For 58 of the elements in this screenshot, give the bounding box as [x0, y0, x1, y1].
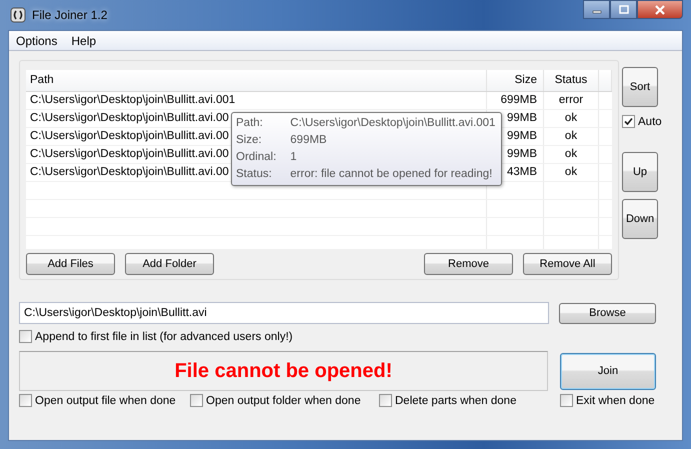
list-button[interactable]: Remove	[424, 253, 513, 275]
list-button[interactable]: Add Files	[26, 253, 115, 275]
minimize-button[interactable]	[583, 0, 610, 19]
column-header[interactable]: Path	[26, 70, 487, 91]
table-cell: C:\Users\igor\Desktop\join\Bullitt.avi.00	[30, 130, 229, 142]
app-icon	[10, 7, 26, 23]
tooltip-value: 699MB	[290, 133, 328, 148]
auto-checkbox[interactable]	[622, 115, 635, 128]
table-cell: ok	[544, 128, 599, 145]
checkbox-label: Open output folder when done	[206, 394, 361, 406]
maximize-button[interactable]	[610, 0, 637, 19]
tooltip-label: Ordinal:	[236, 150, 276, 165]
table-cell: 99MB	[506, 130, 537, 142]
tooltip-value: 1	[290, 150, 298, 165]
window-title: File Joiner 1.2	[32, 8, 108, 22]
table-cell: C:\Users\igor\Desktop\join\Bullitt.avi.00	[30, 148, 229, 160]
column-header[interactable]: Size	[487, 70, 544, 91]
checkbox-label: Open output file when done	[35, 394, 176, 406]
close-icon	[654, 4, 666, 14]
output-path-field[interactable]: C:\Users\igor\Desktop\join\Bullitt.avi	[19, 302, 549, 324]
tooltip-label: Size:	[236, 133, 263, 148]
checkbox-label: Delete parts when done	[395, 394, 516, 406]
list-button[interactable]: Remove All	[523, 253, 612, 275]
browse-button[interactable]: Browse	[559, 302, 656, 324]
tooltip-label: Status:	[236, 167, 273, 182]
table-cell: ok	[544, 110, 599, 127]
table-cell: 99MB	[506, 112, 537, 124]
column-header[interactable]: Status	[544, 70, 599, 91]
move-button[interactable]: Down	[622, 199, 658, 239]
tooltip-value: error: file cannot be opened for reading!	[290, 167, 494, 182]
table-cell: 99MB	[506, 148, 537, 160]
status-message: File cannot be opened!	[19, 351, 548, 391]
checkbox-label: Auto	[638, 116, 662, 128]
checkbox-label: Append to first file in list (for advanced users only!)	[35, 330, 293, 342]
append-checkbox[interactable]	[19, 330, 32, 343]
join-button[interactable]: Join	[560, 352, 656, 390]
option-checkbox[interactable]	[560, 394, 573, 407]
table-cell: error	[544, 92, 599, 109]
checkbox-label: Exit when done	[576, 394, 655, 406]
table-cell: C:\Users\igor\Desktop\join\Bullitt.avi.001	[30, 94, 236, 106]
tooltip-value: C:\Users\igor\Desktop\join\Bullitt.avi.001	[290, 116, 496, 131]
sort-button[interactable]: Sort	[622, 67, 658, 107]
menu-item[interactable]: Options	[11, 34, 62, 48]
table-cell: ok	[544, 146, 599, 163]
close-button[interactable]	[637, 0, 683, 19]
table-cell: 699MB	[500, 94, 537, 106]
option-checkbox[interactable]	[19, 394, 32, 407]
table-cell: ok	[544, 164, 599, 181]
table-cell: C:\Users\igor\Desktop\join\Bullitt.avi.00	[30, 112, 229, 124]
menu-item[interactable]: Help	[66, 34, 102, 48]
list-button[interactable]: Add Folder	[125, 253, 214, 275]
maximize-icon	[618, 4, 628, 14]
option-checkbox[interactable]	[190, 394, 203, 407]
option-checkbox[interactable]	[379, 394, 392, 407]
move-button[interactable]: Up	[622, 152, 658, 192]
table-cell: C:\Users\igor\Desktop\join\Bullitt.avi.00	[30, 166, 229, 178]
tooltip-label: Path:	[236, 116, 264, 131]
table-cell: 43MB	[506, 166, 537, 178]
